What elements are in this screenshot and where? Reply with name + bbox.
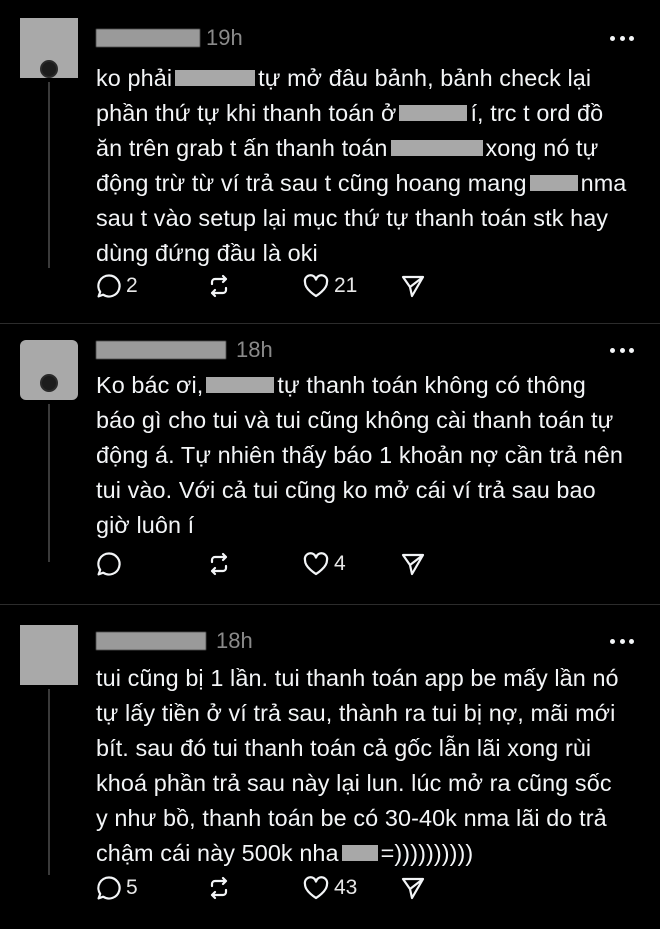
post-time: 18h — [236, 337, 273, 362]
post-text: Ko bác ơi, tự thanh toán không có thông b… — [96, 372, 623, 538]
redacted-text — [390, 140, 483, 157]
reply-button[interactable]: 2 — [96, 271, 206, 301]
post-time: 18h — [216, 628, 253, 653]
heart-icon — [303, 274, 329, 298]
heart-icon — [303, 552, 329, 576]
heart-icon — [303, 876, 329, 900]
repost-button[interactable] — [206, 271, 302, 301]
like-button[interactable]: 21 — [302, 271, 400, 301]
repost-button[interactable] — [206, 549, 302, 579]
reply-bubble-icon — [97, 274, 121, 298]
redacted-text — [341, 845, 378, 862]
share-button[interactable] — [400, 549, 440, 579]
post-time: 19h — [206, 25, 243, 50]
reply-bubble-icon — [97, 552, 121, 576]
comment-post-1: 19h ko phải tự mở đâu bảnh, bảnh check lạ… — [0, 0, 660, 320]
post-actions: 2 21 — [96, 271, 440, 301]
post-meta: 19h — [96, 24, 243, 52]
redacted-text — [399, 105, 468, 122]
redacted-text — [206, 377, 275, 394]
repost-icon — [210, 876, 228, 900]
post-meta: 18h — [96, 627, 253, 655]
post-text: tui cũng bị 1 lần. tui thanh toán app be… — [96, 665, 619, 866]
thread-line — [48, 404, 50, 562]
post-meta: 18h — [96, 336, 273, 364]
send-icon — [401, 553, 425, 576]
username-redacted[interactable] — [96, 632, 206, 650]
post-text: ko phải tự mở đâu bảnh, bảnh check lại ph… — [96, 65, 627, 266]
thread-line — [48, 82, 50, 268]
more-dots-icon[interactable] — [610, 338, 634, 362]
thread-dot — [40, 374, 58, 392]
like-button[interactable]: 4 — [302, 549, 400, 579]
like-count: 43 — [334, 876, 358, 899]
username-redacted[interactable] — [96, 341, 226, 359]
reply-button[interactable] — [96, 549, 206, 579]
share-button[interactable] — [400, 873, 440, 903]
post-actions: 5 43 — [96, 873, 440, 903]
send-icon — [401, 877, 425, 900]
repost-icon — [210, 274, 228, 298]
more-dots-icon[interactable] — [610, 26, 634, 50]
more-dots-icon[interactable] — [610, 629, 634, 653]
reply-bubble-icon — [97, 876, 121, 900]
post-actions: 4 — [96, 549, 440, 579]
reply-count: 5 — [126, 876, 138, 899]
share-button[interactable] — [400, 271, 440, 301]
comment-post-3: 18h tui cũng bị 1 lần. tui thanh toán ap… — [0, 605, 660, 929]
reply-button[interactable]: 5 — [96, 873, 206, 903]
reply-count: 2 — [126, 274, 138, 297]
comment-post-2: 18h Ko bác ơi, tự thanh toán không có thô… — [0, 324, 660, 604]
thread-line — [48, 689, 50, 875]
username-redacted[interactable] — [96, 29, 200, 47]
repost-button[interactable] — [206, 873, 302, 903]
redacted-text — [175, 70, 256, 87]
avatar[interactable] — [20, 625, 78, 685]
repost-icon — [210, 552, 228, 576]
send-icon — [401, 275, 425, 298]
like-count: 4 — [334, 552, 346, 575]
redacted-text — [529, 175, 578, 192]
thread-dot — [40, 60, 58, 78]
like-button[interactable]: 43 — [302, 873, 400, 903]
like-count: 21 — [334, 274, 358, 297]
